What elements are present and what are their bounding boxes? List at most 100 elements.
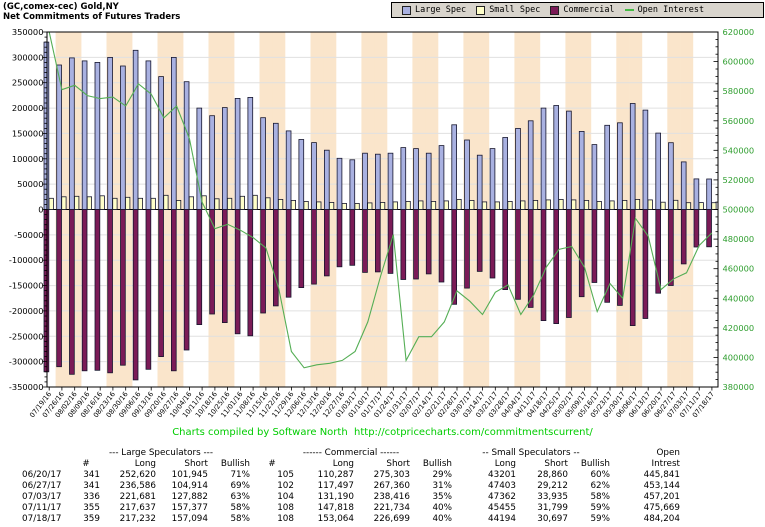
svg-text:-250000: -250000 [9,331,44,341]
table-cell: 445,841 [643,470,680,480]
svg-text:350000: 350000 [12,27,44,37]
svg-text:400000: 400000 [723,352,755,362]
table-cell: 217,637 [119,503,156,513]
table-cell: 131,190 [317,492,354,502]
credit-line: Charts compiled by Software North http:/… [172,427,593,438]
table-cell: 221,681 [119,492,156,502]
table-cell: 35% [432,492,452,502]
table-cell: 47403 [488,481,516,491]
table-cell: 60% [590,470,610,480]
table-cell: 153,064 [317,514,354,524]
svg-text:-200000: -200000 [9,306,44,316]
group-header-commercial: ------ Commercial ------ [302,448,400,458]
column-header: Short [184,459,208,469]
column-header-intrest: Intrest [651,459,681,469]
svg-text:150000: 150000 [12,128,44,138]
table-cell: 110,287 [317,470,354,480]
column-header: Bullish [580,459,610,469]
table-cell: 59% [590,503,610,513]
svg-text:-300000: -300000 [9,357,44,367]
svg-text:480000: 480000 [723,234,755,244]
svg-text:520000: 520000 [723,175,755,185]
table-cell: 238,416 [373,492,410,502]
column-header: # [268,459,276,469]
column-header: Long [332,459,354,469]
table-cell: 31,799 [537,503,568,513]
table-cell: 226,699 [373,514,410,524]
table-cell: 63% [230,492,250,502]
column-header: Long [494,459,516,469]
table-cell: 58% [230,514,250,524]
table-cell: 43201 [488,470,516,480]
svg-text:-150000: -150000 [9,281,44,291]
table-cell: 252,620 [119,470,156,480]
svg-text:-100000: -100000 [9,255,44,265]
table-cell: 31% [432,481,452,491]
table-cell: 108 [277,514,294,524]
table-cell: 236,586 [119,481,156,491]
table-cell: 359 [83,514,100,524]
svg-text:100000: 100000 [12,154,44,164]
row-date: 06/20/17 [22,470,62,480]
group-header-small-spec: -- Small Speculators -- [482,448,580,458]
table-cell: 217,232 [119,514,156,524]
table-cell: 157,094 [171,514,208,524]
table-cell: 62% [590,481,610,491]
table-cell: 45455 [488,503,516,513]
svg-text:420000: 420000 [723,323,755,333]
column-header: Short [544,459,568,469]
svg-text:560000: 560000 [723,116,755,126]
row-date: 07/18/17 [22,514,62,524]
row-date: 07/03/17 [22,492,62,502]
column-header: Short [386,459,410,469]
svg-text:200000: 200000 [12,103,44,113]
svg-text:580000: 580000 [723,86,755,96]
table-cell: 29% [432,470,452,480]
table-cell: 29,212 [537,481,568,491]
chart-svg: 350000 300000 250000 200000 150000 100000 5000… [9,27,755,419]
table-cell: 30,697 [537,514,568,524]
table-cell: 267,360 [373,481,410,491]
svg-text:50000: 50000 [17,179,43,189]
column-header: Bullish [220,459,250,469]
table-cell: 341 [83,481,100,491]
cot-chart-page: { "header": { "title1": "(GC,comex-cec) … [0,0,765,527]
table-cell: 147,818 [317,503,354,513]
table-cell: 69% [230,481,250,491]
table-cell: 157,377 [171,503,208,513]
table-cell [22,448,72,459]
group-header-open: Open [656,448,681,458]
table-cell [22,459,72,470]
svg-text:300000: 300000 [12,52,44,62]
table-cell: 40% [432,514,452,524]
table-cell: 71% [230,470,250,480]
table-cell: 102 [277,481,294,491]
table-cell: 104,914 [171,481,208,491]
table-cell: 40% [432,503,452,513]
table-cell: 453,144 [643,481,680,491]
table-cell: 44194 [488,514,516,524]
cot-chart: 350000 300000 250000 200000 150000 100000 5000… [0,0,765,427]
table-cell: 33,935 [537,492,568,502]
table-cell: 58% [230,503,250,513]
left-axis: 350000 300000 250000 200000 150000 100000 5000… [9,27,47,392]
table-cell: 484,204 [643,514,680,524]
table-cell: 336 [83,492,100,502]
table-cell: 58% [590,492,610,502]
table-cell: 101,945 [171,470,208,480]
table-cell: 108 [277,503,294,513]
row-date: 07/11/17 [22,503,62,513]
table-cell: 28,860 [537,470,568,480]
svg-text:600000: 600000 [723,57,755,67]
table-cell: 117,497 [317,481,354,491]
svg-text:500000: 500000 [723,205,755,215]
svg-text:540000: 540000 [723,145,755,155]
table-cell: 275,303 [373,470,410,480]
column-header: # [82,459,90,469]
table-cell: 221,734 [373,503,410,513]
table-cell: 59% [590,514,610,524]
cot-data-table: --- Large Speculators --- ------ Commerci… [22,448,680,525]
column-header: Bullish [422,459,452,469]
table-cell: 355 [83,503,100,513]
svg-text:250000: 250000 [12,78,44,88]
